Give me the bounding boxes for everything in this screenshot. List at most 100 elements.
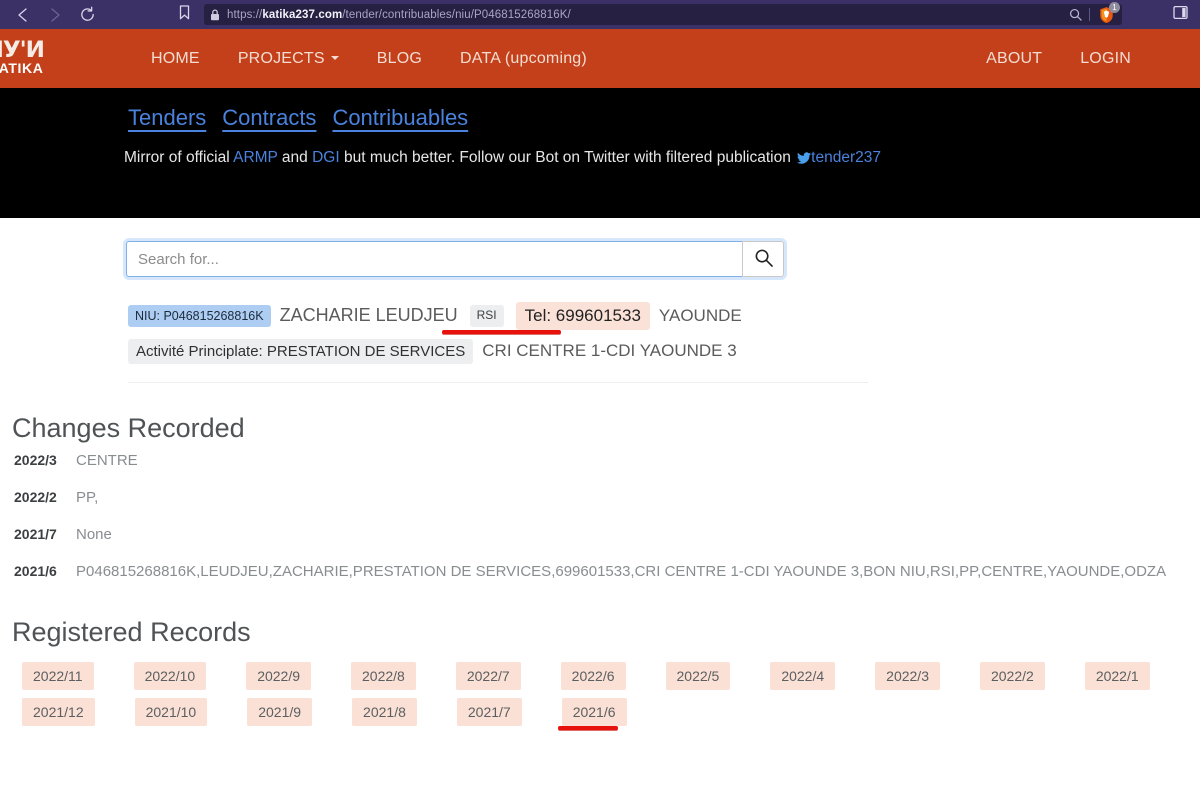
- entity-line-primary: NIU: P046815268816K ZACHARIE LEUDJEU RSI…: [128, 302, 1200, 334]
- change-value: None: [76, 525, 112, 543]
- registered-records-tags: 2022/11 2022/10 2022/9 2022/8 2022/7 202…: [0, 656, 1200, 730]
- nav-link-login[interactable]: LOGIN: [1061, 50, 1150, 68]
- registered-records-title: Registered Records: [12, 616, 251, 647]
- change-value: PP,: [76, 488, 99, 506]
- forward-arrow-icon[interactable]: [46, 6, 64, 24]
- url-prefix: https://: [227, 8, 263, 21]
- site-navigation-bar: ИУ'И KATIKA HOME PROJECTS BLOG DATA (upc…: [0, 29, 1200, 88]
- nav-link-home[interactable]: HOME: [132, 50, 219, 68]
- niu-badge: NIU: P046815268816K: [128, 304, 271, 327]
- search-box: [126, 241, 784, 277]
- change-row: 2021/7 None: [0, 526, 1200, 558]
- address-bar-actions: 1: [1069, 2, 1120, 24]
- search-icon: [754, 248, 773, 270]
- url-domain: katika237.com: [262, 8, 343, 21]
- record-tag[interactable]: 2022/4: [770, 661, 836, 690]
- secondary-nav-links: ABOUT LOGIN: [967, 50, 1200, 68]
- telephone-badge: Tel: 699601533: [515, 302, 650, 330]
- armp-link[interactable]: ARMP: [233, 149, 278, 166]
- search-row: [0, 218, 1200, 277]
- tab-contribuables[interactable]: Contribuables: [332, 105, 468, 131]
- record-tag[interactable]: 2021/8: [352, 697, 417, 726]
- changes-recorded-title: Changes Recorded: [12, 412, 245, 443]
- record-tag[interactable]: 2021/7: [456, 697, 522, 726]
- side-panel-icon[interactable]: [1173, 5, 1188, 25]
- search-input[interactable]: [126, 241, 742, 277]
- annotation-underline-telephone: [442, 330, 561, 334]
- annotation-underline-record: [557, 725, 618, 730]
- nav-link-projects-label: PROJECTS: [237, 49, 325, 67]
- section-tabs: Tenders Contracts Contribuables: [128, 105, 1200, 131]
- record-tag[interactable]: 2022/7: [455, 661, 521, 690]
- change-value: P046815268816K,LEUDJEU,ZACHARIE,PRESTATI…: [76, 562, 1167, 580]
- tab-contracts[interactable]: Contracts: [222, 105, 316, 131]
- brave-shield-icon[interactable]: 1: [1097, 2, 1120, 24]
- primary-nav-links: HOME PROJECTS BLOG DATA (upcoming): [132, 50, 606, 68]
- change-row: 2021/6 P046815268816K,LEUDJEU,ZACHARIE,P…: [0, 563, 1200, 595]
- tab-tenders[interactable]: Tenders: [128, 105, 206, 131]
- record-tag[interactable]: 2022/11: [22, 661, 94, 690]
- change-date: 2021/6: [14, 562, 57, 579]
- change-row: 2022/3 CENTRE: [0, 452, 1200, 484]
- nav-link-data[interactable]: DATA (upcoming): [441, 50, 606, 68]
- record-tag[interactable]: 2022/8: [351, 661, 416, 690]
- search-zoom-icon[interactable]: [1069, 8, 1082, 21]
- nav-link-blog[interactable]: BLOG: [358, 50, 441, 68]
- lock-icon: [210, 8, 220, 21]
- banner-sub-part3: but much better. Follow our Bot on Twitt…: [339, 149, 796, 166]
- record-tag[interactable]: 2022/2: [979, 661, 1045, 690]
- change-date: 2022/2: [14, 488, 57, 505]
- record-tag[interactable]: 2021/10: [134, 697, 208, 726]
- change-date: 2022/3: [14, 451, 57, 468]
- back-arrow-icon[interactable]: [14, 6, 32, 24]
- record-tag[interactable]: 2021/9: [247, 697, 313, 726]
- toolbar-divider: [1089, 8, 1090, 21]
- bookmark-icon[interactable]: [178, 4, 191, 25]
- entity-cri-center: CRI CENTRE 1-CDI YAOUNDE 3: [482, 341, 737, 361]
- record-tag[interactable]: 2022/6: [560, 661, 626, 690]
- nav-link-about-label: ABOUT: [986, 49, 1043, 67]
- entity-summary: NIU: P046815268816K ZACHARIE LEUDJEU RSI…: [0, 277, 1200, 364]
- nav-link-blog-label: BLOG: [376, 49, 423, 67]
- record-tag[interactable]: 2022/10: [133, 661, 207, 690]
- entity-city: YAOUNDE: [658, 305, 742, 325]
- brave-shield-count: 1: [1109, 2, 1120, 13]
- dgi-link[interactable]: DGI: [312, 149, 340, 166]
- logo-mark: ИУ'И: [0, 38, 45, 63]
- record-tag-highlighted[interactable]: 2021/6: [557, 697, 627, 730]
- changes-recorded-list: 2022/3 CENTRE 2022/2 PP, 2021/7 None 202…: [0, 452, 1200, 595]
- logo-wordmark: KATIKA: [0, 60, 44, 76]
- activity-badge: Activité Principlate: PRESTATION DE SERV…: [128, 338, 474, 364]
- banner-sub-part2: and: [277, 149, 313, 166]
- browser-toolbar: https://katika237.com/tender/contribuabl…: [0, 0, 1200, 29]
- twitter-handle-link[interactable]: tender237: [811, 149, 881, 166]
- reload-icon[interactable]: [78, 6, 96, 24]
- record-tag[interactable]: 2022/3: [875, 661, 940, 690]
- nav-link-home-label: HOME: [151, 49, 200, 67]
- url-text: https://katika237.com/tender/contribuabl…: [227, 9, 571, 21]
- change-row: 2022/2 PP,: [0, 489, 1200, 521]
- content-divider: [128, 381, 868, 383]
- banner-subtitle: Mirror of official ARMP and DGI but much…: [124, 149, 1200, 169]
- change-date: 2021/7: [14, 525, 57, 542]
- twitter-bird-icon: [797, 151, 812, 169]
- search-submit-button[interactable]: [742, 241, 784, 277]
- change-value: CENTRE: [76, 451, 138, 469]
- record-tag[interactable]: 2021/12: [22, 697, 95, 726]
- record-tag[interactable]: 2022/9: [246, 661, 312, 690]
- site-logo[interactable]: ИУ'И KATIKA: [0, 29, 46, 88]
- entity-name: ZACHARIE LEUDJEU: [279, 305, 458, 326]
- chevron-down-icon: [330, 56, 339, 61]
- browser-nav-buttons: [14, 6, 96, 24]
- url-path: /tender/contribuables/niu/P046815268816K…: [342, 8, 571, 21]
- record-tag[interactable]: 2022/1: [1084, 661, 1150, 690]
- nav-link-projects[interactable]: PROJECTS: [219, 50, 358, 68]
- banner-sub-part1: Mirror of official: [124, 149, 234, 166]
- main-content: NIU: P046815268816K ZACHARIE LEUDJEU RSI…: [0, 218, 1200, 730]
- nav-link-login-label: LOGIN: [1080, 49, 1131, 67]
- address-bar[interactable]: https://katika237.com/tender/contribuabl…: [204, 2, 1122, 25]
- hero-banner: Tenders Contracts Contribuables Mirror o…: [0, 88, 1200, 218]
- nav-link-data-label: DATA (upcoming): [460, 49, 587, 67]
- record-tag[interactable]: 2022/5: [665, 661, 731, 690]
- nav-link-about[interactable]: ABOUT: [967, 50, 1061, 68]
